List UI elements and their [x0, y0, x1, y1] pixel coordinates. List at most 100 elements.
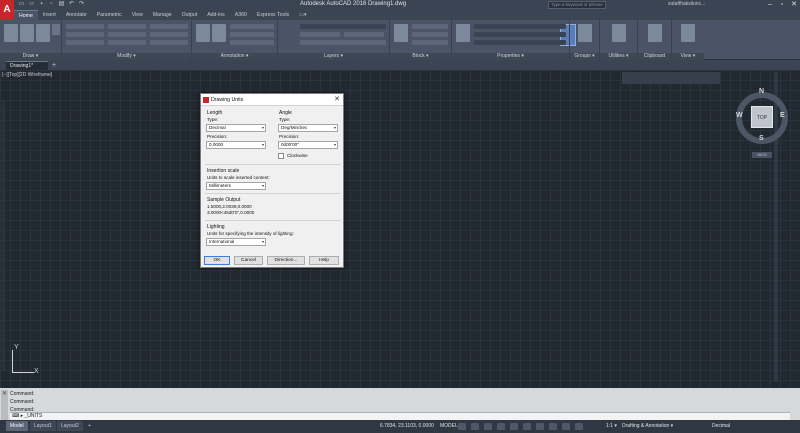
plot-icon[interactable]: ▤ [58, 1, 65, 8]
compass-south[interactable]: S [759, 135, 764, 142]
undo-icon[interactable]: ↶ [68, 1, 75, 8]
viewport-controls[interactable]: [−][Top][2D Wireframe] [2, 72, 52, 78]
application-menu-button[interactable]: A [0, 0, 14, 20]
layer-tools-row[interactable] [300, 40, 386, 45]
array-tool-icon[interactable] [150, 40, 188, 45]
model-space-button[interactable]: MODEL [440, 421, 458, 432]
osnap-icon[interactable] [510, 423, 518, 430]
block-panel-label[interactable]: Block ▾ [390, 53, 451, 60]
color-dropdown[interactable] [474, 24, 566, 29]
auto-scale-icon[interactable] [575, 423, 583, 430]
tab-home[interactable]: Home [14, 10, 38, 20]
layer-dropdown[interactable] [300, 24, 386, 29]
layers-panel-label[interactable]: Layers ▾ [278, 53, 389, 60]
insertion-units-select[interactable]: Millimeters ▾ [206, 182, 266, 190]
tab-a360[interactable]: A360 [230, 10, 252, 20]
tab-layout2[interactable]: Layout2 [57, 421, 83, 431]
annotation-scale[interactable]: 1:1 ▾ [606, 421, 617, 432]
tab-view[interactable]: View [127, 10, 148, 20]
table-tool-icon[interactable] [230, 32, 274, 37]
properties-panel-label[interactable]: Properties ▾ [452, 53, 569, 60]
maximize-icon[interactable]: ▫ [776, 0, 788, 10]
line-tool-icon[interactable] [4, 24, 18, 42]
tab-drawing1[interactable]: Drawing1* [6, 61, 48, 70]
cancel-button[interactable]: Cancel [234, 256, 263, 265]
arc-tool-icon[interactable] [52, 24, 60, 35]
tab-express-tools[interactable]: Express Tools [252, 10, 294, 20]
edit-attributes-button[interactable] [412, 40, 448, 45]
polar-icon[interactable] [497, 423, 505, 430]
command-window-close-icon[interactable]: ✕ [1, 390, 8, 420]
draw-panel-label[interactable]: Draw ▾ [0, 53, 61, 60]
otrack-icon[interactable] [523, 423, 531, 430]
copy-tool-icon[interactable] [66, 32, 104, 37]
dimension-tool-icon[interactable] [212, 24, 226, 42]
fillet-tool-icon[interactable] [150, 32, 188, 37]
tab-output[interactable]: Output [177, 10, 203, 20]
user-signin[interactable]: sutatfhaksilunc... [668, 1, 705, 7]
direction-button[interactable]: Direction... [267, 256, 305, 265]
length-precision-select[interactable]: 0.0000 ▾ [206, 141, 266, 149]
tab-parametric[interactable]: Parametric [92, 10, 127, 20]
ribbon-toggle-button[interactable]: ▭▾ [294, 10, 312, 20]
search-input[interactable]: Type a keyword or phrase [548, 1, 606, 9]
stretch-tool-icon[interactable] [66, 40, 104, 45]
new-drawing-tab-button[interactable]: + [52, 61, 56, 70]
edit-block-button[interactable] [412, 32, 448, 37]
minimize-icon[interactable]: – [764, 0, 776, 10]
markup-tool-icon[interactable] [230, 40, 274, 45]
match-layer-button[interactable] [344, 32, 384, 37]
snap-icon[interactable] [471, 423, 479, 430]
tab-annotate[interactable]: Annotate [61, 10, 92, 20]
new-layout-button[interactable]: + [84, 421, 95, 431]
lineweight-dropdown[interactable] [474, 32, 566, 37]
tab-layout1[interactable]: Layout1 [30, 421, 56, 431]
tab-manage[interactable]: Manage [148, 10, 177, 20]
insert-block-icon[interactable] [394, 24, 408, 42]
angle-type-select[interactable]: Deg/Min/Sec ▾ [278, 124, 338, 132]
new-icon[interactable]: ▭ [18, 1, 25, 8]
command-input[interactable]: ⌨ ▸ _UNITS [10, 412, 790, 420]
match-properties-icon[interactable] [456, 24, 470, 42]
save-as-icon[interactable]: ▫ [48, 1, 55, 8]
dialog-close-icon[interactable]: ✕ [334, 94, 340, 106]
save-icon[interactable]: ▪ [38, 1, 45, 8]
polyline-tool-icon[interactable] [20, 24, 34, 42]
viewcube-top-face[interactable]: TOP [751, 106, 773, 128]
group-icon[interactable] [578, 24, 592, 42]
leader-tool-icon[interactable] [230, 24, 274, 29]
base-view-icon[interactable] [681, 24, 695, 42]
paste-icon[interactable] [648, 24, 662, 42]
tab-model[interactable]: Model [6, 421, 28, 431]
workspace-switch[interactable]: Drafting & Annotation ▾ [622, 421, 673, 432]
measure-icon[interactable] [612, 24, 626, 42]
ortho-icon[interactable] [484, 423, 492, 430]
circle-tool-icon[interactable] [36, 24, 50, 42]
modify-panel-label[interactable]: Modify ▾ [62, 53, 191, 60]
move-tool-icon[interactable] [66, 24, 104, 29]
ok-button[interactable]: OK [204, 256, 230, 265]
open-icon[interactable]: ▱ [28, 1, 35, 8]
grid-icon[interactable] [458, 423, 466, 430]
help-button[interactable]: Help [309, 256, 339, 265]
compass-north[interactable]: N [759, 88, 764, 95]
wcs-menu[interactable]: WCS [752, 152, 772, 158]
groups-panel-label[interactable]: Groups ▾ [570, 53, 599, 60]
lineweight-icon[interactable] [536, 423, 544, 430]
make-current-button[interactable] [300, 32, 340, 37]
tab-add-ins[interactable]: Add-ins [202, 10, 230, 20]
cursor-coordinates[interactable]: 6.7834, 23.1103, 0.0000 [380, 421, 434, 432]
angle-precision-select[interactable]: 0d00'00" ▾ [278, 141, 338, 149]
length-type-select[interactable]: Decimal ▾ [206, 124, 266, 132]
drawing-canvas[interactable] [0, 70, 800, 388]
utilities-panel-label[interactable]: Utilities ▾ [600, 53, 637, 60]
redo-icon[interactable]: ↷ [78, 1, 85, 8]
compass-west[interactable]: W [736, 112, 743, 119]
units-display[interactable]: Decimal [712, 421, 730, 432]
transparency-icon[interactable] [549, 423, 557, 430]
clockwise-checkbox[interactable] [278, 153, 284, 159]
close-icon[interactable]: ✕ [788, 0, 800, 10]
create-block-button[interactable] [412, 24, 448, 29]
compass-east[interactable]: E [780, 112, 785, 119]
clipboard-panel-label[interactable]: Clipboard [638, 53, 671, 60]
